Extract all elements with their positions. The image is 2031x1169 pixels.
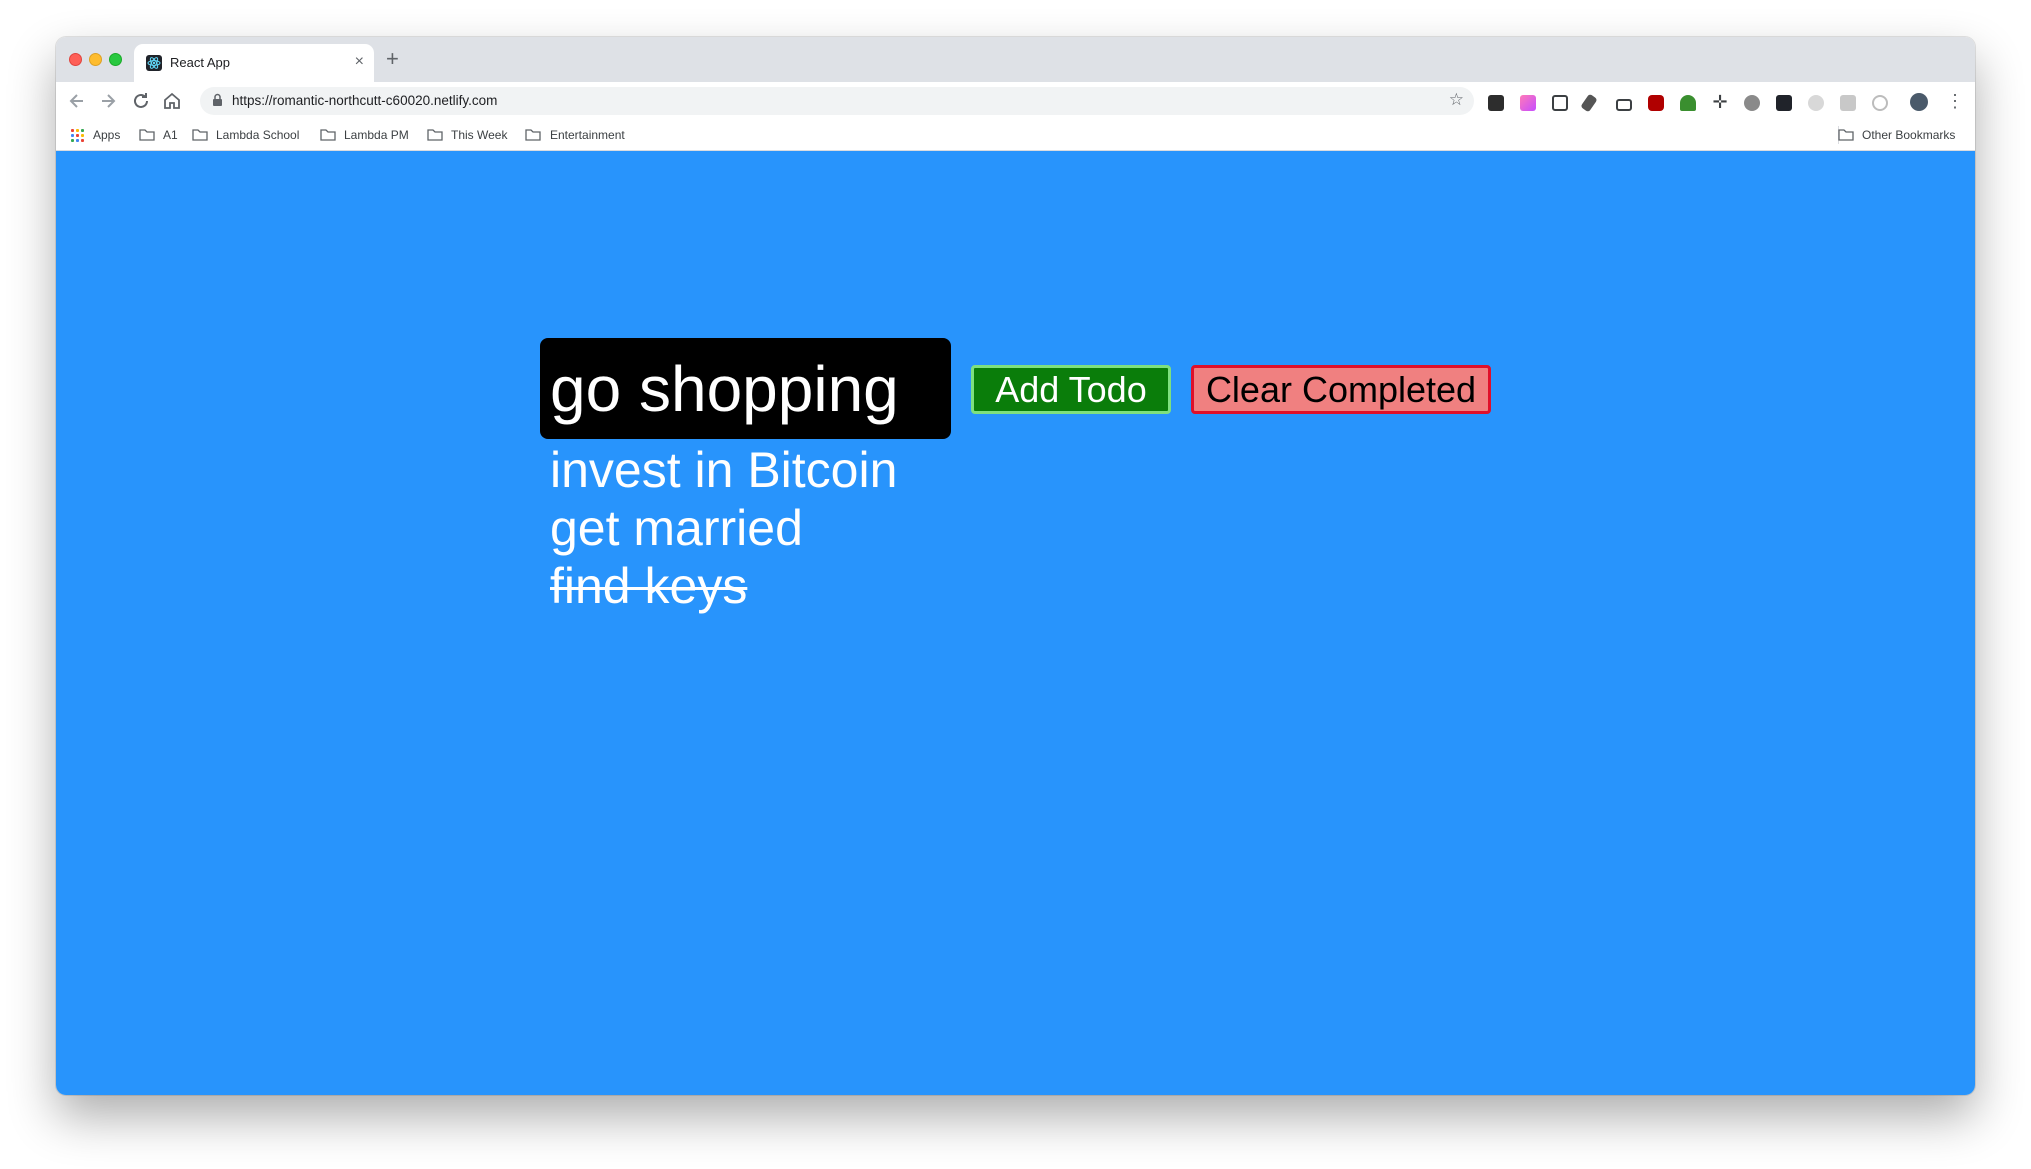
menu-kebab-icon[interactable]: ⋮: [1946, 91, 1964, 111]
react-icon: [146, 55, 162, 71]
other-bookmarks[interactable]: Other Bookmarks: [1862, 128, 1955, 142]
lock-icon: [212, 93, 223, 112]
extension-icon[interactable]: [1520, 95, 1536, 111]
add-todo-button[interactable]: Add Todo: [971, 365, 1171, 414]
forward-arrow-icon[interactable]: [96, 89, 120, 113]
window-minimize-button[interactable]: [89, 53, 102, 66]
window-close-button[interactable]: [69, 53, 82, 66]
browser-tab[interactable]: React App ×: [134, 44, 374, 82]
bookmark-entertainment[interactable]: Entertainment: [550, 128, 625, 142]
todo-item[interactable]: invest in Bitcoin: [550, 441, 897, 499]
bookmark-apps[interactable]: Apps: [93, 128, 120, 142]
window-zoom-button[interactable]: [109, 53, 122, 66]
home-icon[interactable]: [160, 89, 184, 113]
bookmarks-bar: Apps A1 Lambda School Lambda PM This Wee…: [56, 120, 1975, 151]
move-icon[interactable]: ✛: [1712, 93, 1728, 111]
folder-icon: [192, 128, 208, 146]
profile-avatar[interactable]: [1910, 93, 1928, 111]
folder-icon: [525, 128, 541, 146]
tab-bar: React App × +: [56, 37, 1975, 82]
url-text: https://romantic-northcutt-c60020.netlif…: [232, 93, 498, 108]
apps-grid-icon: [71, 129, 85, 143]
extension-icon[interactable]: [1616, 99, 1632, 111]
browser-toolbar: https://romantic-northcutt-c60020.netlif…: [56, 82, 1975, 120]
reload-icon[interactable]: [129, 89, 153, 113]
folder-icon: [139, 128, 155, 146]
extension-icon[interactable]: [1808, 95, 1824, 111]
browser-window: React App × + https://romantic-northcutt…: [56, 37, 1975, 1095]
extension-icon[interactable]: [1840, 95, 1856, 111]
folder-icon: [320, 128, 336, 146]
tab-title: React App: [170, 55, 230, 70]
todo-item[interactable]: get married: [550, 499, 897, 557]
new-tab-button[interactable]: +: [386, 46, 399, 72]
bookmark-star-icon[interactable]: ☆: [1449, 90, 1464, 110]
bookmark-a1[interactable]: A1: [163, 128, 178, 142]
eyedropper-icon[interactable]: [1580, 93, 1598, 113]
extension-icon[interactable]: [1488, 95, 1504, 111]
todo-input[interactable]: [540, 338, 951, 439]
sync-icon[interactable]: [1872, 95, 1888, 111]
todo-list: invest in Bitcoin get married find keys: [550, 441, 897, 615]
todo-item-completed[interactable]: find keys: [550, 557, 897, 615]
clear-completed-button[interactable]: Clear Completed: [1191, 365, 1491, 414]
react-devtools-icon[interactable]: [1776, 95, 1792, 111]
bookmark-lambda-school[interactable]: Lambda School: [216, 128, 299, 142]
extension-icon[interactable]: [1680, 95, 1696, 111]
folder-icon: [1838, 128, 1854, 146]
back-arrow-icon[interactable]: [65, 89, 89, 113]
screenshot-icon[interactable]: [1552, 95, 1568, 111]
folder-icon: [427, 128, 443, 146]
extension-icon[interactable]: [1744, 95, 1760, 111]
address-bar[interactable]: https://romantic-northcutt-c60020.netlif…: [200, 87, 1474, 115]
ublock-icon[interactable]: [1648, 95, 1664, 111]
bookmark-lambda-pm[interactable]: Lambda PM: [344, 128, 409, 142]
tab-close-icon[interactable]: ×: [355, 52, 364, 72]
bookmark-this-week[interactable]: This Week: [451, 128, 507, 142]
todo-app: Add Todo Clear Completed invest in Bitco…: [56, 151, 1975, 1095]
